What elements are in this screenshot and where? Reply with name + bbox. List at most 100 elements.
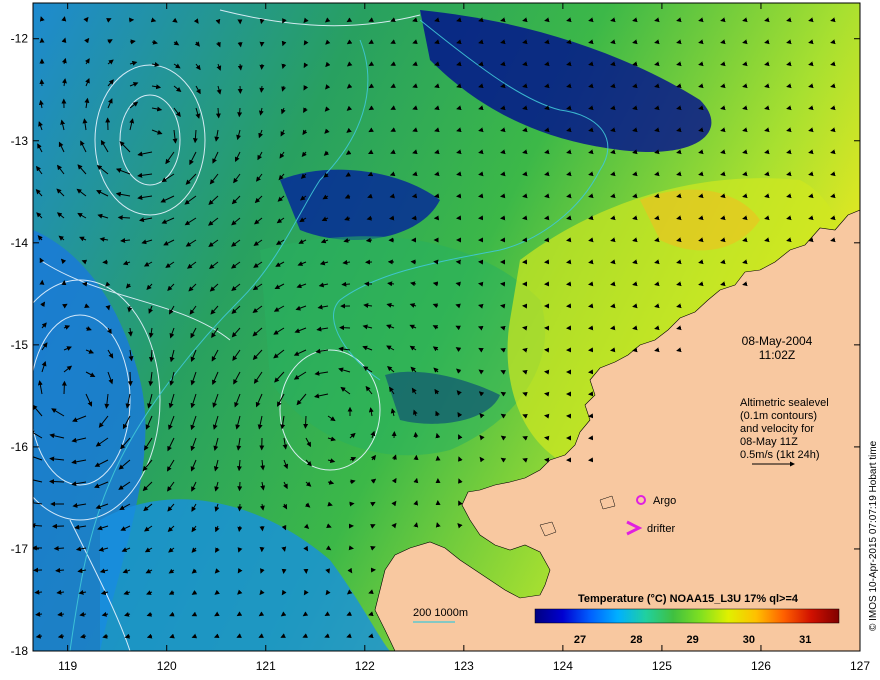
velocity-arrow — [544, 193, 550, 199]
velocity-arrow — [610, 105, 616, 111]
velocity-arrow — [522, 61, 528, 67]
velocity-arrow — [742, 281, 748, 287]
velocity-arrow — [808, 105, 814, 111]
velocity-arrow — [500, 149, 506, 155]
velocity-arrow — [786, 17, 792, 23]
velocity-arrow — [610, 281, 616, 287]
velocity-arrow — [632, 281, 638, 287]
velocity-arrow — [654, 39, 660, 45]
bathymetry-label: 200 1000m — [413, 607, 468, 619]
velocity-arrow — [742, 215, 748, 221]
velocity-arrow — [566, 171, 572, 177]
velocity-arrow — [544, 149, 550, 155]
velocity-arrow — [676, 237, 682, 243]
velocity-arrow — [676, 215, 682, 221]
colorbar-tick-label: 29 — [687, 634, 699, 646]
velocity-arrow — [676, 83, 682, 89]
velocity-arrow — [720, 83, 726, 89]
velocity-arrow — [720, 215, 726, 221]
velocity-arrow — [588, 39, 594, 45]
velocity-arrow — [786, 149, 792, 155]
velocity-arrow — [34, 589, 43, 595]
velocity-arrow — [413, 522, 419, 528]
time-label: 11:02Z — [759, 348, 795, 362]
velocity-arrow — [522, 127, 528, 133]
velocity-arrow — [348, 545, 354, 551]
velocity-arrow — [786, 215, 792, 221]
velocity-arrow — [654, 83, 660, 89]
velocity-arrow — [654, 149, 660, 155]
y-tick-label: -16 — [11, 440, 29, 454]
velocity-arrow — [720, 171, 726, 177]
velocity-arrow — [808, 83, 814, 89]
velocity-arrow — [720, 17, 726, 23]
velocity-arrow — [720, 149, 726, 155]
colorbar-title: Temperature (°C) NOAA15_L3U 17% ql>=4 — [578, 593, 799, 605]
velocity-arrow — [49, 479, 65, 485]
velocity-arrow — [588, 105, 594, 111]
velocity-arrow — [720, 237, 726, 243]
velocity-arrow — [786, 127, 792, 133]
velocity-arrow — [522, 193, 528, 199]
velocity-arrow — [764, 171, 770, 177]
velocity-arrow — [742, 39, 748, 45]
velocity-arrow — [632, 127, 638, 133]
velocity-arrow — [215, 107, 221, 119]
velocity-arrow — [259, 18, 265, 25]
velocity-arrow — [786, 61, 792, 67]
velocity-arrow — [522, 325, 528, 331]
velocity-arrow — [720, 61, 726, 67]
velocity-arrow — [341, 281, 351, 287]
velocity-arrow — [676, 105, 682, 111]
velocity-arrow — [588, 127, 594, 133]
velocity-arrow — [830, 193, 836, 199]
velocity-arrow — [522, 347, 528, 353]
velocity-arrow — [676, 61, 682, 67]
velocity-arrow — [566, 237, 572, 243]
x-tick-label: 126 — [751, 659, 771, 673]
velocity-arrow — [610, 303, 616, 309]
note-line-1: Altimetric sealevel — [740, 397, 829, 409]
velocity-arrow — [588, 237, 594, 243]
velocity-arrow — [654, 193, 660, 199]
velocity-arrow — [676, 17, 682, 23]
velocity-arrow — [522, 83, 528, 89]
y-tick-label: -13 — [11, 134, 29, 148]
velocity-arrow — [365, 237, 373, 243]
velocity-arrow — [588, 281, 594, 287]
velocity-arrow — [522, 105, 528, 111]
velocity-arrow — [522, 171, 528, 177]
velocity-arrow — [742, 259, 748, 265]
velocity-arrow — [588, 259, 594, 265]
velocity-arrow — [411, 193, 418, 199]
velocity-arrow — [654, 171, 660, 177]
velocity-arrow — [786, 193, 792, 199]
colorbar-tick-label: 30 — [743, 634, 755, 646]
velocity-arrow — [742, 237, 748, 243]
credit-text: © IMOS 10-Apr-2015 07:07:19 Hobart time — [868, 440, 879, 631]
velocity-arrow — [127, 371, 133, 387]
velocity-arrow — [544, 61, 550, 67]
velocity-arrow — [632, 171, 638, 177]
velocity-arrow — [742, 193, 748, 199]
velocity-arrow — [720, 281, 726, 287]
velocity-arrow — [742, 17, 748, 23]
velocity-arrow — [610, 127, 616, 133]
velocity-arrow — [698, 237, 704, 243]
velocity-arrow — [544, 127, 550, 133]
velocity-arrow — [698, 259, 704, 265]
velocity-arrow — [632, 325, 638, 331]
velocity-arrow — [237, 107, 243, 118]
velocity-arrow — [654, 237, 660, 243]
velocity-arrow — [786, 171, 792, 177]
velocity-arrow — [830, 17, 836, 23]
y-tick-label: -14 — [11, 236, 29, 250]
velocity-arrow — [698, 127, 704, 133]
velocity-arrow — [610, 325, 616, 331]
velocity-arrow — [676, 259, 682, 265]
velocity-arrow — [566, 83, 572, 89]
velocity-arrow — [610, 171, 616, 177]
velocity-arrow — [676, 39, 682, 45]
velocity-arrow — [588, 17, 594, 23]
velocity-arrow — [742, 105, 748, 111]
